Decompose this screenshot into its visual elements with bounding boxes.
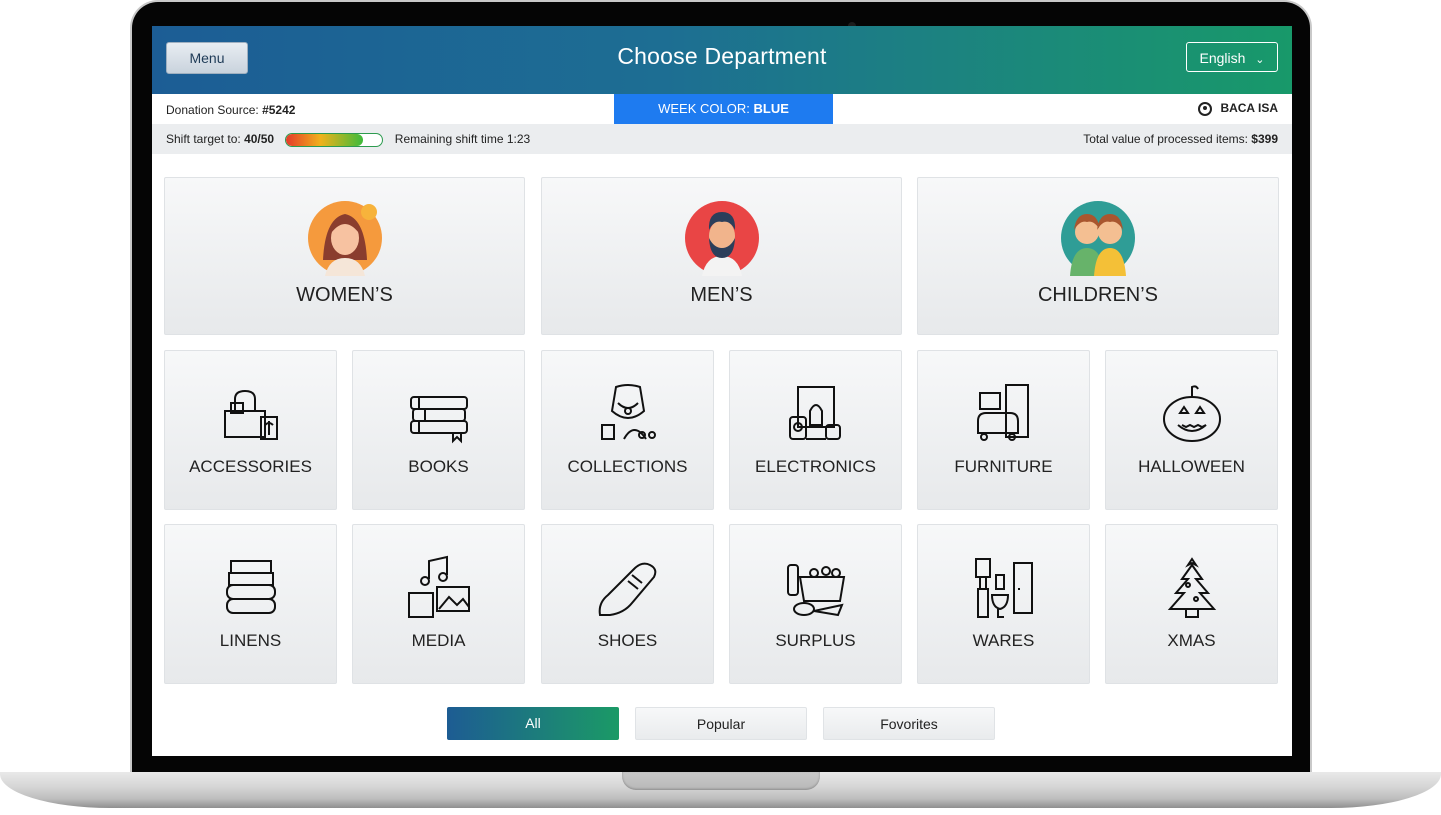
groceries-icon [786, 564, 845, 617]
filter-tab-all[interactable]: All [447, 707, 619, 740]
shift-target-value: 40/50 [244, 132, 275, 146]
woman-avatar-icon [307, 201, 382, 276]
user-name: BACA ISA [1220, 101, 1278, 115]
department-accessories[interactable]: ACCESSORIES [164, 350, 337, 510]
filter-tab-popular[interactable]: Popular [635, 707, 807, 740]
department-label: COLLECTIONS [567, 457, 688, 476]
department-label: CHILDREN’S [1037, 284, 1159, 306]
department-furniture[interactable]: FURNITURE [917, 350, 1090, 510]
media-icon [407, 555, 470, 618]
department-surplus[interactable]: SURPLUS [729, 524, 902, 684]
children-avatar-icon [1061, 201, 1135, 276]
department-label: ACCESSORIES [189, 457, 312, 476]
department-label: WARES [972, 631, 1035, 650]
filter-tab-favorites[interactable]: Fovorites [823, 707, 995, 740]
man-avatar-icon [684, 201, 759, 276]
donation-source-value: #5242 [262, 103, 296, 117]
books-icon [409, 396, 468, 444]
jewelry-icon [600, 384, 656, 440]
department-mens[interactable]: MEN’S [541, 177, 902, 335]
department-label: BOOKS [408, 457, 469, 476]
shift-target-label: Shift target to: [166, 132, 241, 146]
department-label: MEN’S [690, 284, 753, 306]
department-label: MEDIA [411, 631, 466, 650]
department-childrens[interactable]: CHILDREN’S [917, 177, 1279, 335]
department-label: SHOES [597, 631, 658, 650]
pumpkin-icon [1162, 385, 1221, 442]
info-bar: Donation Source: #5242 WEEK COLOR: BLUE … [152, 94, 1292, 124]
laptop-notch [622, 772, 820, 790]
department-halloween[interactable]: HALLOWEEN [1105, 350, 1278, 510]
shift-progress-bar [285, 132, 384, 147]
department-label: SURPLUS [775, 631, 856, 650]
department-label: WOMEN’S [296, 284, 393, 306]
department-media[interactable]: MEDIA [352, 524, 525, 684]
department-books[interactable]: BOOKS [352, 350, 525, 510]
week-color-label: WEEK COLOR: [658, 101, 750, 116]
donation-source: Donation Source: #5242 [166, 103, 295, 117]
department-collections[interactable]: COLLECTIONS [541, 350, 714, 510]
christmas-tree-icon [1167, 557, 1216, 618]
furniture-icon [976, 384, 1029, 441]
header-bar: Menu Choose Department English ⌄ [152, 26, 1292, 94]
department-xmas[interactable]: XMAS [1105, 524, 1278, 684]
bathroom-wares-icon [974, 558, 1033, 618]
department-label: FURNITURE [954, 457, 1053, 476]
page-title: Choose Department [617, 43, 827, 69]
department-wares[interactable]: WARES [917, 524, 1090, 684]
user-icon [1198, 101, 1213, 116]
department-label: LINENS [219, 631, 282, 650]
shift-target: Shift target to: 40/50 Remaining shift t… [166, 132, 530, 147]
total-value: Total value of processed items: $399 [1083, 132, 1278, 146]
department-linens[interactable]: LINENS [164, 524, 337, 684]
donation-source-label: Donation Source: [166, 103, 259, 117]
language-select[interactable]: English ⌄ [1186, 42, 1278, 72]
department-shoes[interactable]: SHOES [541, 524, 714, 684]
department-label: HALLOWEEN [1138, 457, 1245, 476]
user-profile[interactable]: BACA ISA [1198, 101, 1278, 116]
chevron-down-icon: ⌄ [1255, 54, 1265, 66]
total-value-label: Total value of processed items: [1083, 132, 1248, 146]
app-screen: Menu Choose Department English ⌄ Donatio… [152, 26, 1292, 756]
electronics-icon [788, 386, 841, 440]
remaining-shift-time: Remaining shift time 1:23 [394, 132, 531, 146]
shift-progress-fill [286, 133, 364, 146]
department-womens[interactable]: WOMEN’S [164, 177, 525, 335]
language-label: English [1199, 50, 1246, 66]
department-label: ELECTRONICS [755, 457, 876, 476]
linens-icon [225, 560, 276, 614]
department-electronics[interactable]: ELECTRONICS [729, 350, 902, 510]
week-color-badge: WEEK COLOR: BLUE [614, 94, 833, 124]
department-label: XMAS [1167, 631, 1216, 650]
total-value-amount: $399 [1251, 132, 1278, 146]
week-color-value: BLUE [753, 101, 789, 116]
shift-bar: Shift target to: 40/50 Remaining shift t… [152, 124, 1292, 154]
shoe-icon [598, 562, 656, 616]
handbag-icon [223, 389, 278, 440]
